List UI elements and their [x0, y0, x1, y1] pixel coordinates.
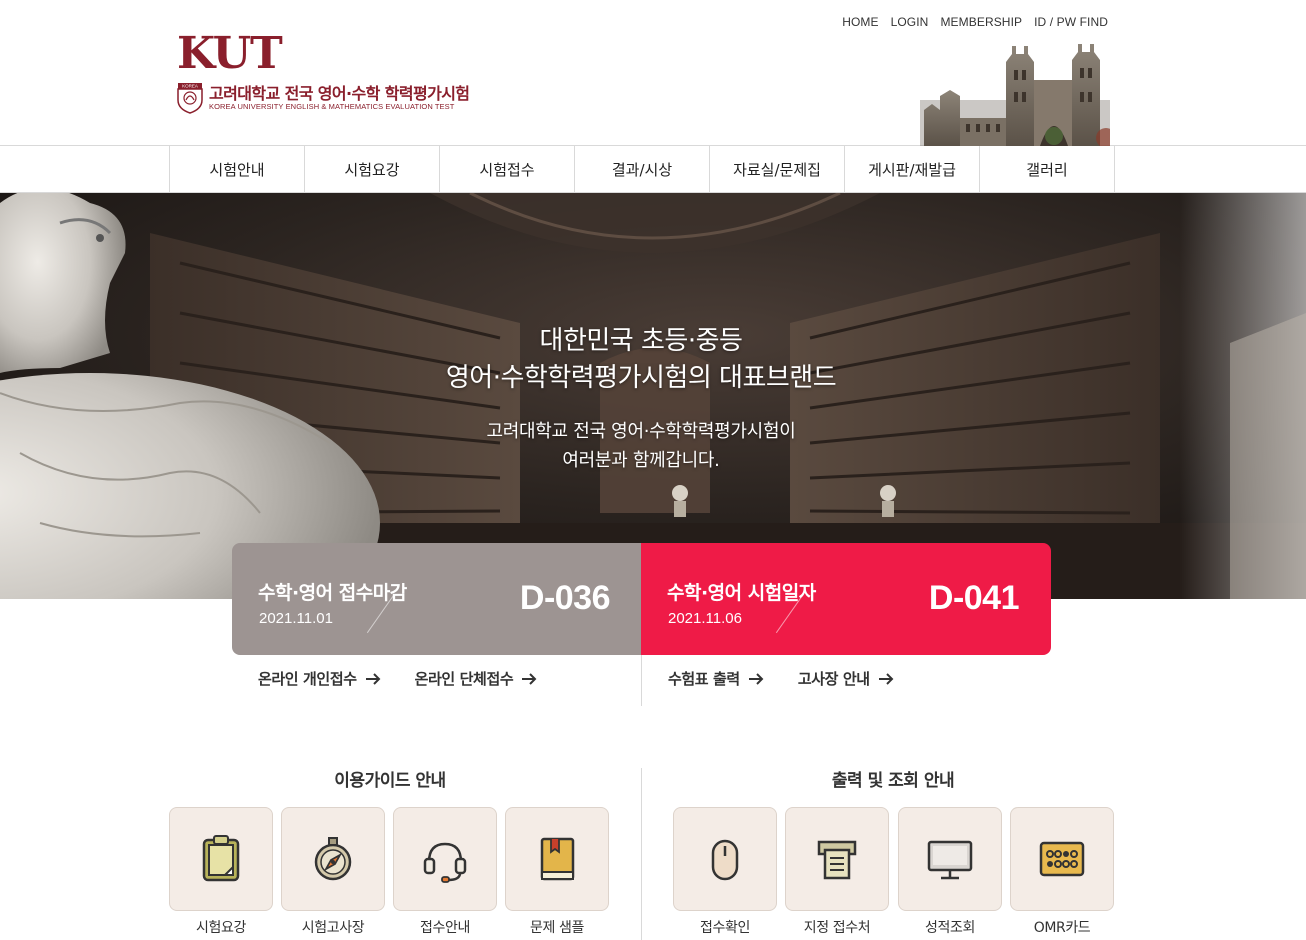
arrow-right-icon — [878, 672, 894, 685]
nav-exam-info[interactable]: 시험안내 — [170, 146, 305, 192]
guide-card-score-lookup[interactable] — [898, 807, 1002, 911]
guide-label: 시험고사장 — [301, 920, 365, 936]
print-lookup-guide-title: 출력 및 조회 안내 — [831, 771, 955, 791]
nav-exam-registration[interactable]: 시험접수 — [440, 146, 575, 192]
guide-card-exam-guideline[interactable] — [169, 807, 273, 911]
divider — [641, 655, 642, 706]
divider — [641, 768, 642, 940]
nav-results-awards[interactable]: 결과/시상 — [575, 146, 710, 192]
guide-label: 접수확인 — [700, 920, 750, 936]
guide-label: OMR카드 — [1033, 920, 1091, 936]
monitor-icon — [927, 840, 973, 880]
hero-desc-line1: 고려대학교 전국 영어·수학학력평가시험이 — [486, 421, 796, 442]
site-header: HOME LOGIN MEMBERSHIP ID / PW FIND KUT K… — [0, 0, 1306, 146]
nav-gallery[interactable]: 갤러리 — [980, 146, 1115, 192]
link-label: 고사장 안내 — [797, 670, 870, 688]
guide-label: 지정 접수처 — [803, 920, 871, 936]
mouse-icon — [711, 839, 739, 881]
usage-guide-title: 이용가이드 안내 — [334, 771, 446, 791]
guide-card-registration[interactable] — [393, 807, 497, 911]
campus-building-illustration — [920, 44, 1110, 146]
hero-copy: 대한민국 초등·중등 영어·수학학력평가시험의 대표브랜드 고려대학교 전국 영… — [0, 323, 1282, 475]
omr-card-icon — [1039, 841, 1085, 877]
guide-card-designated-office[interactable] — [785, 807, 889, 911]
arrow-right-icon — [522, 672, 537, 685]
guide-label: 성적조회 — [925, 920, 975, 936]
registration-links: 온라인 개인접수 온라인 단체접수 — [258, 668, 571, 689]
print-admission-ticket-link[interactable]: 수험표 출력 — [668, 668, 764, 689]
logo-title-english: KOREA UNIVERSITY ENGLISH & MATHEMATICS E… — [209, 102, 455, 111]
util-membership-link[interactable]: MEMBERSHIP — [934, 15, 1028, 29]
nav-resources[interactable]: 자료실/문제집 — [710, 146, 845, 192]
util-login-link[interactable]: LOGIN — [885, 15, 935, 29]
dday-label: 수학·영어 시험일자 — [667, 582, 816, 604]
exam-date-card: 수학·영어 시험일자 2021.11.06 D-041 — [641, 543, 1051, 655]
registration-deadline-card: 수학·영어 접수마감 2021.11.01 D-036 — [232, 543, 642, 655]
dday-count: D-036 — [519, 579, 611, 617]
main-nav: 시험안내 시험요강 시험접수 결과/시상 자료실/문제집 게시판/재발급 갤러리 — [0, 146, 1306, 193]
svg-text:KOREA: KOREA — [182, 84, 198, 89]
guide-label: 문제 샘플 — [530, 920, 584, 936]
guide-card-registration-check[interactable] — [673, 807, 777, 911]
nav-exam-guideline[interactable]: 시험요강 — [305, 146, 440, 192]
util-id-pw-find-link[interactable]: ID / PW FIND — [1028, 15, 1114, 29]
utility-nav: HOME LOGIN MEMBERSHIP ID / PW FIND — [836, 15, 1114, 29]
link-label: 수험표 출력 — [668, 670, 740, 688]
exam-site-info-link[interactable]: 고사장 안내 — [798, 668, 894, 689]
hero-banner: 대한민국 초등·중등 영어·수학학력평가시험의 대표브랜드 고려대학교 전국 영… — [0, 193, 1306, 599]
hero-desc-line2: 여러분과 함께갑니다. — [562, 450, 720, 471]
hero-title-line1: 대한민국 초등·중등 — [539, 326, 743, 356]
guide-card-omr-card[interactable] — [1010, 807, 1114, 911]
arrow-right-icon — [748, 672, 764, 685]
online-individual-registration-link[interactable]: 온라인 개인접수 — [258, 668, 381, 689]
dday-date: 2021.11.01 — [259, 610, 333, 627]
dday-label: 수학·영어 접수마감 — [258, 582, 407, 604]
nav-board-reissue[interactable]: 게시판/재발급 — [845, 146, 980, 192]
headset-icon — [423, 842, 467, 883]
link-label: 온라인 개인접수 — [258, 670, 357, 688]
dday-date: 2021.11.06 — [668, 610, 742, 627]
guide-card-sample-questions[interactable] — [505, 807, 609, 911]
util-home-link[interactable]: HOME — [836, 15, 884, 29]
university-emblem-icon: KOREA — [177, 83, 203, 114]
logo-title-korean: 고려대학교 전국 영어·수학 학력평가시험 — [209, 84, 470, 103]
link-label: 온라인 단체접수 — [414, 670, 514, 688]
guide-label: 접수안내 — [420, 920, 470, 936]
dday-count: D-041 — [928, 579, 1020, 617]
clipboard-icon — [202, 835, 240, 882]
site-logo[interactable]: KUT KOREA 고려대학교 전국 영어·수학 학력평가시험 KOREA UN… — [177, 32, 537, 122]
guide-label: 시험요강 — [196, 920, 246, 936]
logo-mark: KUT — [177, 28, 283, 79]
compass-icon — [314, 837, 352, 881]
online-group-registration-link[interactable]: 온라인 단체접수 — [415, 668, 538, 689]
printer-icon — [817, 840, 857, 880]
arrow-right-icon — [365, 672, 381, 685]
book-icon — [540, 837, 575, 881]
hero-title-line2: 영어·수학학력평가시험의 대표브랜드 — [445, 363, 837, 393]
exam-links: 수험표 출력 고사장 안내 — [668, 668, 928, 689]
guide-card-exam-site[interactable] — [281, 807, 385, 911]
